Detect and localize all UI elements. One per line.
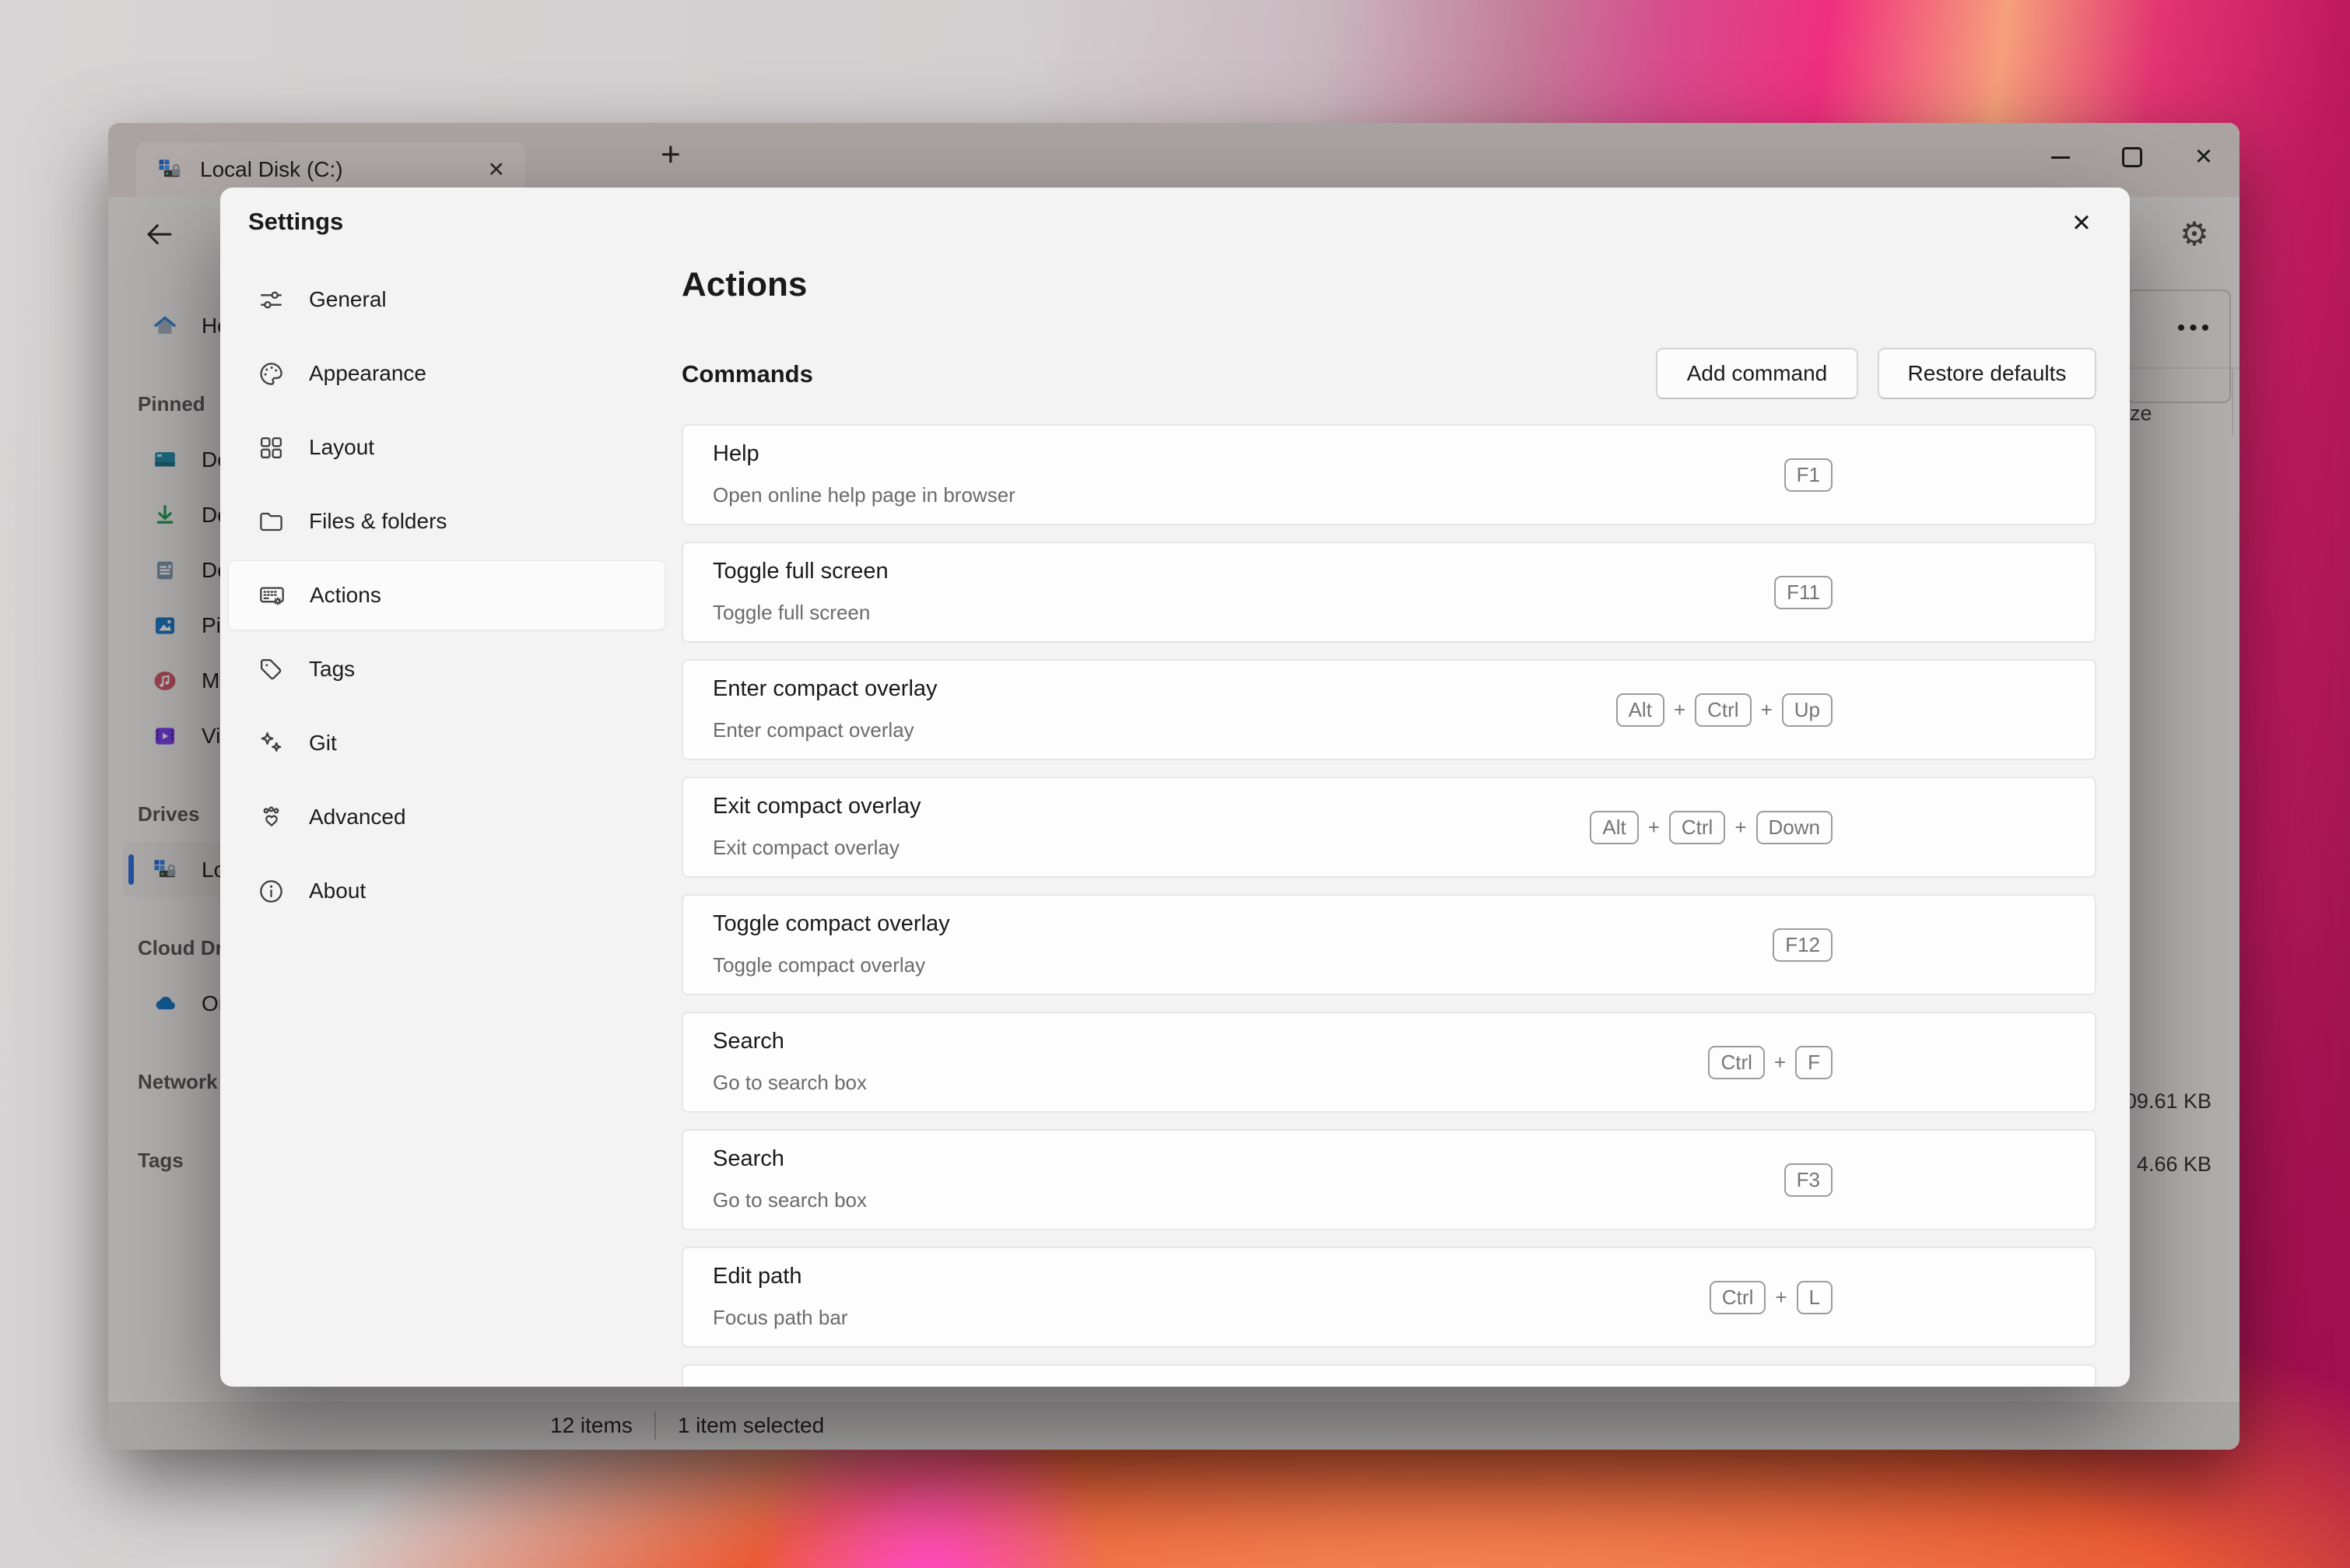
command-row-enter-compact-overlay[interactable]: Enter compact overlay Enter compact over… [682, 659, 2096, 760]
commands-section-title: Commands [682, 360, 813, 388]
settings-nav-item-general[interactable]: General [228, 265, 665, 335]
key-chip-f: F [1795, 1046, 1833, 1079]
command-description: Toggle compact overlay [713, 953, 925, 977]
settings-nav: General Appearance Layout Files & folder… [228, 265, 665, 930]
palette-icon [257, 360, 286, 388]
command-row-toggle-full-screen[interactable]: Toggle full screen Toggle full screen F1… [682, 542, 2096, 643]
settings-nav-item-appearance[interactable]: Appearance [228, 339, 665, 409]
key-chip-ctrl: Ctrl [1669, 811, 1725, 844]
shortcut-keys: Ctrl + F [1708, 1013, 1833, 1111]
command-row-edit-path[interactable]: Edit path Focus path bar Ctrl + L [682, 1247, 2096, 1348]
dialog-title: Settings [248, 208, 343, 236]
key-separator: + [1761, 698, 1773, 722]
command-row-help[interactable]: Help Open online help page in browser F1 [682, 424, 2096, 525]
command-row-exit-compact-overlay[interactable]: Exit compact overlay Exit compact overla… [682, 777, 2096, 878]
settings-dialog: Settings ✕ General Appearance Layout Fil… [220, 188, 2130, 1387]
command-title: Exit compact overlay [713, 794, 921, 819]
settings-nav-item-layout[interactable]: Layout [228, 412, 665, 482]
restore-defaults-button[interactable]: Restore defaults [1878, 348, 2096, 399]
command-description: Toggle full screen [713, 601, 870, 625]
command-description: Focus path bar [713, 1306, 847, 1330]
key-chip-ctrl: Ctrl [1695, 693, 1751, 727]
commands-list: Help Open online help page in browser F1… [682, 424, 2096, 1387]
info-icon [257, 877, 286, 906]
key-separator: + [1674, 698, 1685, 722]
shortcut-keys: F12 [1773, 896, 1833, 994]
add-command-button[interactable]: Add command [1656, 348, 1858, 399]
page-title: Actions [682, 265, 807, 304]
command-description: Go to search box [713, 1188, 867, 1212]
key-chip-ctrl: Ctrl [1708, 1046, 1764, 1079]
command-title: Search [713, 1146, 784, 1172]
command-description: Enter compact overlay [713, 718, 914, 742]
key-separator: + [1734, 816, 1746, 840]
advanced-icon [257, 803, 286, 832]
key-separator: + [1648, 816, 1660, 840]
settings-nav-item-actions[interactable]: Actions [228, 560, 665, 630]
settings-nav-item-advanced[interactable]: Advanced [228, 782, 665, 852]
command-title: Search [713, 1029, 784, 1054]
grid-icon [257, 433, 286, 462]
sparkles-icon [257, 729, 286, 758]
command-row-toggle-compact-overlay[interactable]: Toggle compact overlay Toggle compact ov… [682, 894, 2096, 995]
command-description: Go to search box [713, 1071, 867, 1095]
command-title: Toggle compact overlay [713, 911, 950, 937]
command-title: Edit path [713, 1264, 801, 1289]
dialog-close-button[interactable]: ✕ [2061, 203, 2102, 244]
shortcut-keys: F3 [1784, 1131, 1833, 1229]
command-title: Enter compact overlay [713, 676, 938, 702]
settings-nav-item-git[interactable]: Git [228, 708, 665, 778]
shortcut-keys: Alt + Ctrl + Up [1616, 661, 1833, 759]
shortcut-keys: F11 [1774, 543, 1833, 641]
key-chip-alt: Alt [1616, 693, 1664, 727]
shortcut-keys: Alt + Ctrl + Down [1590, 778, 1833, 876]
command-description: Open online help page in browser [713, 483, 1015, 507]
command-description: Exit compact overlay [713, 836, 900, 860]
settings-nav-item-about[interactable]: About [228, 856, 665, 926]
shortcut-keys: F1 [1784, 426, 1833, 524]
tag-icon [257, 655, 286, 684]
command-title: Toggle full screen [713, 559, 889, 584]
key-chip-up: Up [1782, 693, 1833, 727]
key-separator: + [1774, 1051, 1786, 1075]
key-chip-alt: Alt [1590, 811, 1638, 844]
sliders-icon [257, 286, 286, 314]
settings-nav-item-files-folders[interactable]: Files & folders [228, 486, 665, 556]
settings-nav-item-tags[interactable]: Tags [228, 634, 665, 704]
key-separator: + [1775, 1286, 1787, 1310]
key-chip-f12: F12 [1773, 928, 1833, 962]
folder-icon [257, 507, 286, 536]
command-row-partial [682, 1364, 2096, 1387]
command-row-search[interactable]: Search Go to search box Ctrl + F [682, 1012, 2096, 1113]
key-chip-f3: F3 [1784, 1163, 1833, 1197]
key-chip-down: Down [1756, 811, 1833, 844]
key-chip-f11: F11 [1774, 576, 1833, 609]
keyboard-gear-icon [258, 581, 286, 610]
command-row-search[interactable]: Search Go to search box F3 [682, 1129, 2096, 1230]
key-chip-f1: F1 [1784, 458, 1833, 492]
desktop-wallpaper: Local Disk (C:) ✕ + ✕ ⚙ ••• ze 09.61 KB … [0, 0, 2350, 1568]
shortcut-keys: Ctrl + L [1710, 1248, 1833, 1346]
key-chip-l: L [1797, 1281, 1833, 1314]
key-chip-ctrl: Ctrl [1710, 1281, 1766, 1314]
command-title: Help [713, 441, 759, 467]
